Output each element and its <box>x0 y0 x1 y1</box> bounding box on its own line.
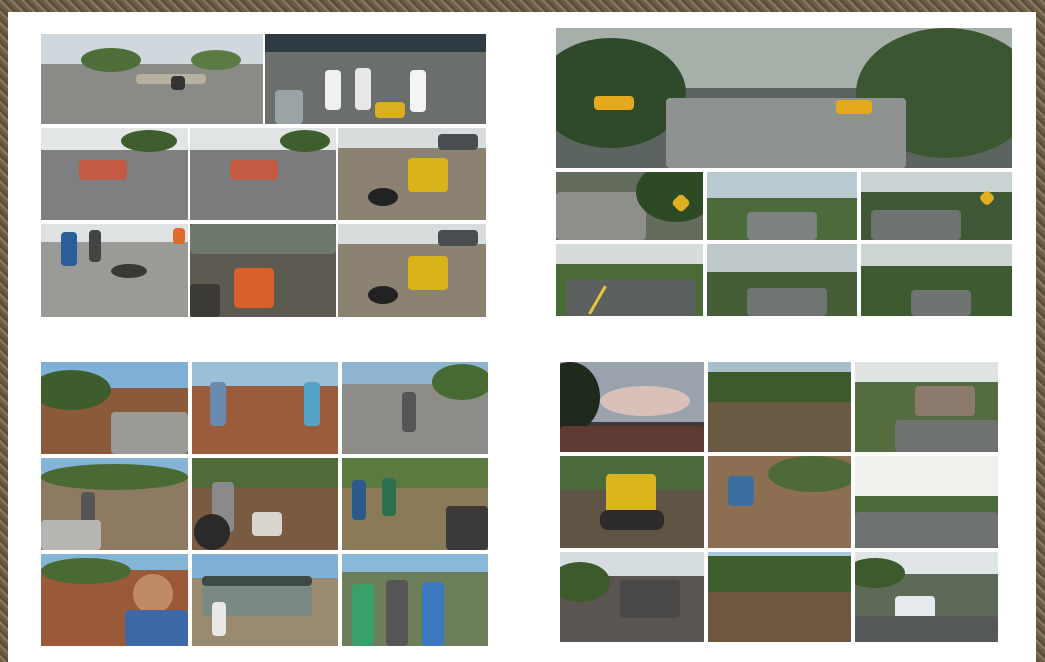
photo-yellow-roller <box>560 456 704 548</box>
photo-trench-digging <box>41 458 188 550</box>
photo-group-of-men <box>342 554 488 646</box>
photo-road-cones-2 <box>190 128 336 220</box>
collage-street-pothole-repair <box>41 34 486 317</box>
photo-sky-and-tree <box>560 362 704 452</box>
photo-paved-road-sign <box>855 552 998 642</box>
photo-truck-on-road <box>855 362 998 452</box>
photo-selfie-man <box>41 554 188 646</box>
photo-manhole-workers <box>41 224 188 317</box>
photo-road-lane-markings <box>556 244 703 316</box>
photo-street-with-cones <box>41 34 263 124</box>
collage-road-grading-and-paving <box>560 362 998 642</box>
photo-road-yellow-sign <box>861 172 1012 240</box>
photo-road-cones-1 <box>41 128 188 220</box>
photo-workers-in-garage <box>265 34 486 124</box>
white-sheet <box>8 12 1036 662</box>
photo-plate-compactor <box>190 224 336 317</box>
photo-road-downhill <box>707 244 857 316</box>
photo-workers-shovels <box>192 362 338 454</box>
photo-dirt-road-trees <box>41 362 188 454</box>
photo-new-asphalt-road <box>855 456 998 548</box>
photo-straight-road-trees <box>707 172 857 240</box>
photo-graded-dirt-field <box>708 362 851 452</box>
photo-compactor-machine-2 <box>338 224 486 317</box>
collage-paved-mountain-road <box>556 28 1012 316</box>
photo-road-edge-work <box>342 362 488 454</box>
collage-rural-road-construction-workers <box>41 362 488 646</box>
photo-shed-building <box>192 554 338 646</box>
photo-dump-truck <box>560 552 704 642</box>
photo-rainy-mountain-road <box>556 28 1012 168</box>
photo-worker-with-wheel <box>192 458 338 550</box>
photo-compactor-machine-1 <box>338 128 486 220</box>
photo-workers-on-dirt <box>342 458 488 550</box>
photo-curved-road-sign <box>556 172 703 240</box>
photo-dirt-slope-worker <box>708 456 851 548</box>
photo-road-forest <box>861 244 1012 316</box>
photo-dirt-road-trees <box>708 552 851 642</box>
